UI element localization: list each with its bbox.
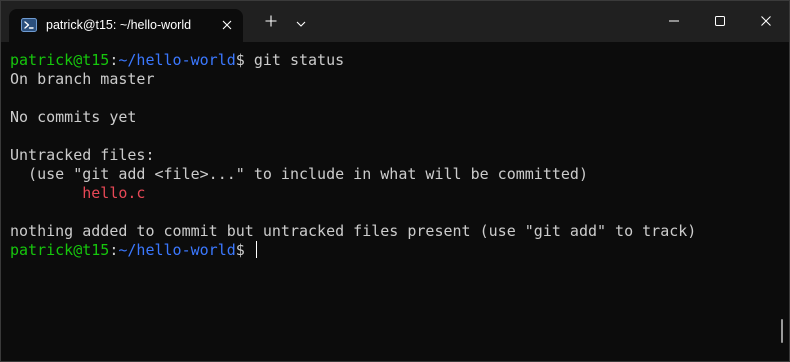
prompt-user: patrick@t15 [10,241,110,259]
untracked-file-line: hello.c [10,184,146,202]
prompt-line-current[interactable]: patrick@t15:~/hello-world$ [10,241,257,260]
minimize-icon [669,13,679,31]
maximize-icon [715,13,725,31]
tab-close-icon[interactable] [217,15,237,35]
terminal-window: patrick@t15: ~/hello-world patrick@t15:~… [0,0,790,362]
new-tab-button[interactable] [257,9,285,37]
close-window-button[interactable] [743,1,789,42]
tab-hello-world[interactable]: patrick@t15: ~/hello-world [9,9,243,42]
prompt-dollar: $ [235,51,254,69]
scrollbar-thumb[interactable] [781,319,783,343]
untracked-header-line: Untracked files: [10,146,155,164]
close-icon [761,13,771,31]
powershell-icon [21,17,37,33]
minimize-button[interactable] [651,1,697,42]
text-cursor [255,241,257,258]
profiles-dropdown-button[interactable] [288,9,314,37]
summary-line: nothing added to commit but untracked fi… [10,222,697,240]
prompt-line: patrick@t15:~/hello-world$ git status [10,51,344,70]
hint-line: (use "git add <file>..." to include in w… [10,165,588,183]
command-text: git status [253,51,345,69]
prompt-dollar: $ [235,241,254,259]
branch-line: On branch master [10,70,155,88]
plus-icon [265,14,277,32]
prompt-path: ~/hello-world [118,241,236,259]
chevron-down-icon [296,14,306,32]
prompt-user: patrick@t15 [10,51,110,69]
maximize-button[interactable] [697,1,743,42]
prompt-path: ~/hello-world [118,51,236,69]
no-commits-line: No commits yet [10,108,137,126]
tab-title: patrick@t15: ~/hello-world [46,18,192,32]
title-bar[interactable]: patrick@t15: ~/hello-world [1,1,789,42]
terminal-output-area[interactable]: patrick@t15:~/hello-world$ git status On… [1,42,789,361]
